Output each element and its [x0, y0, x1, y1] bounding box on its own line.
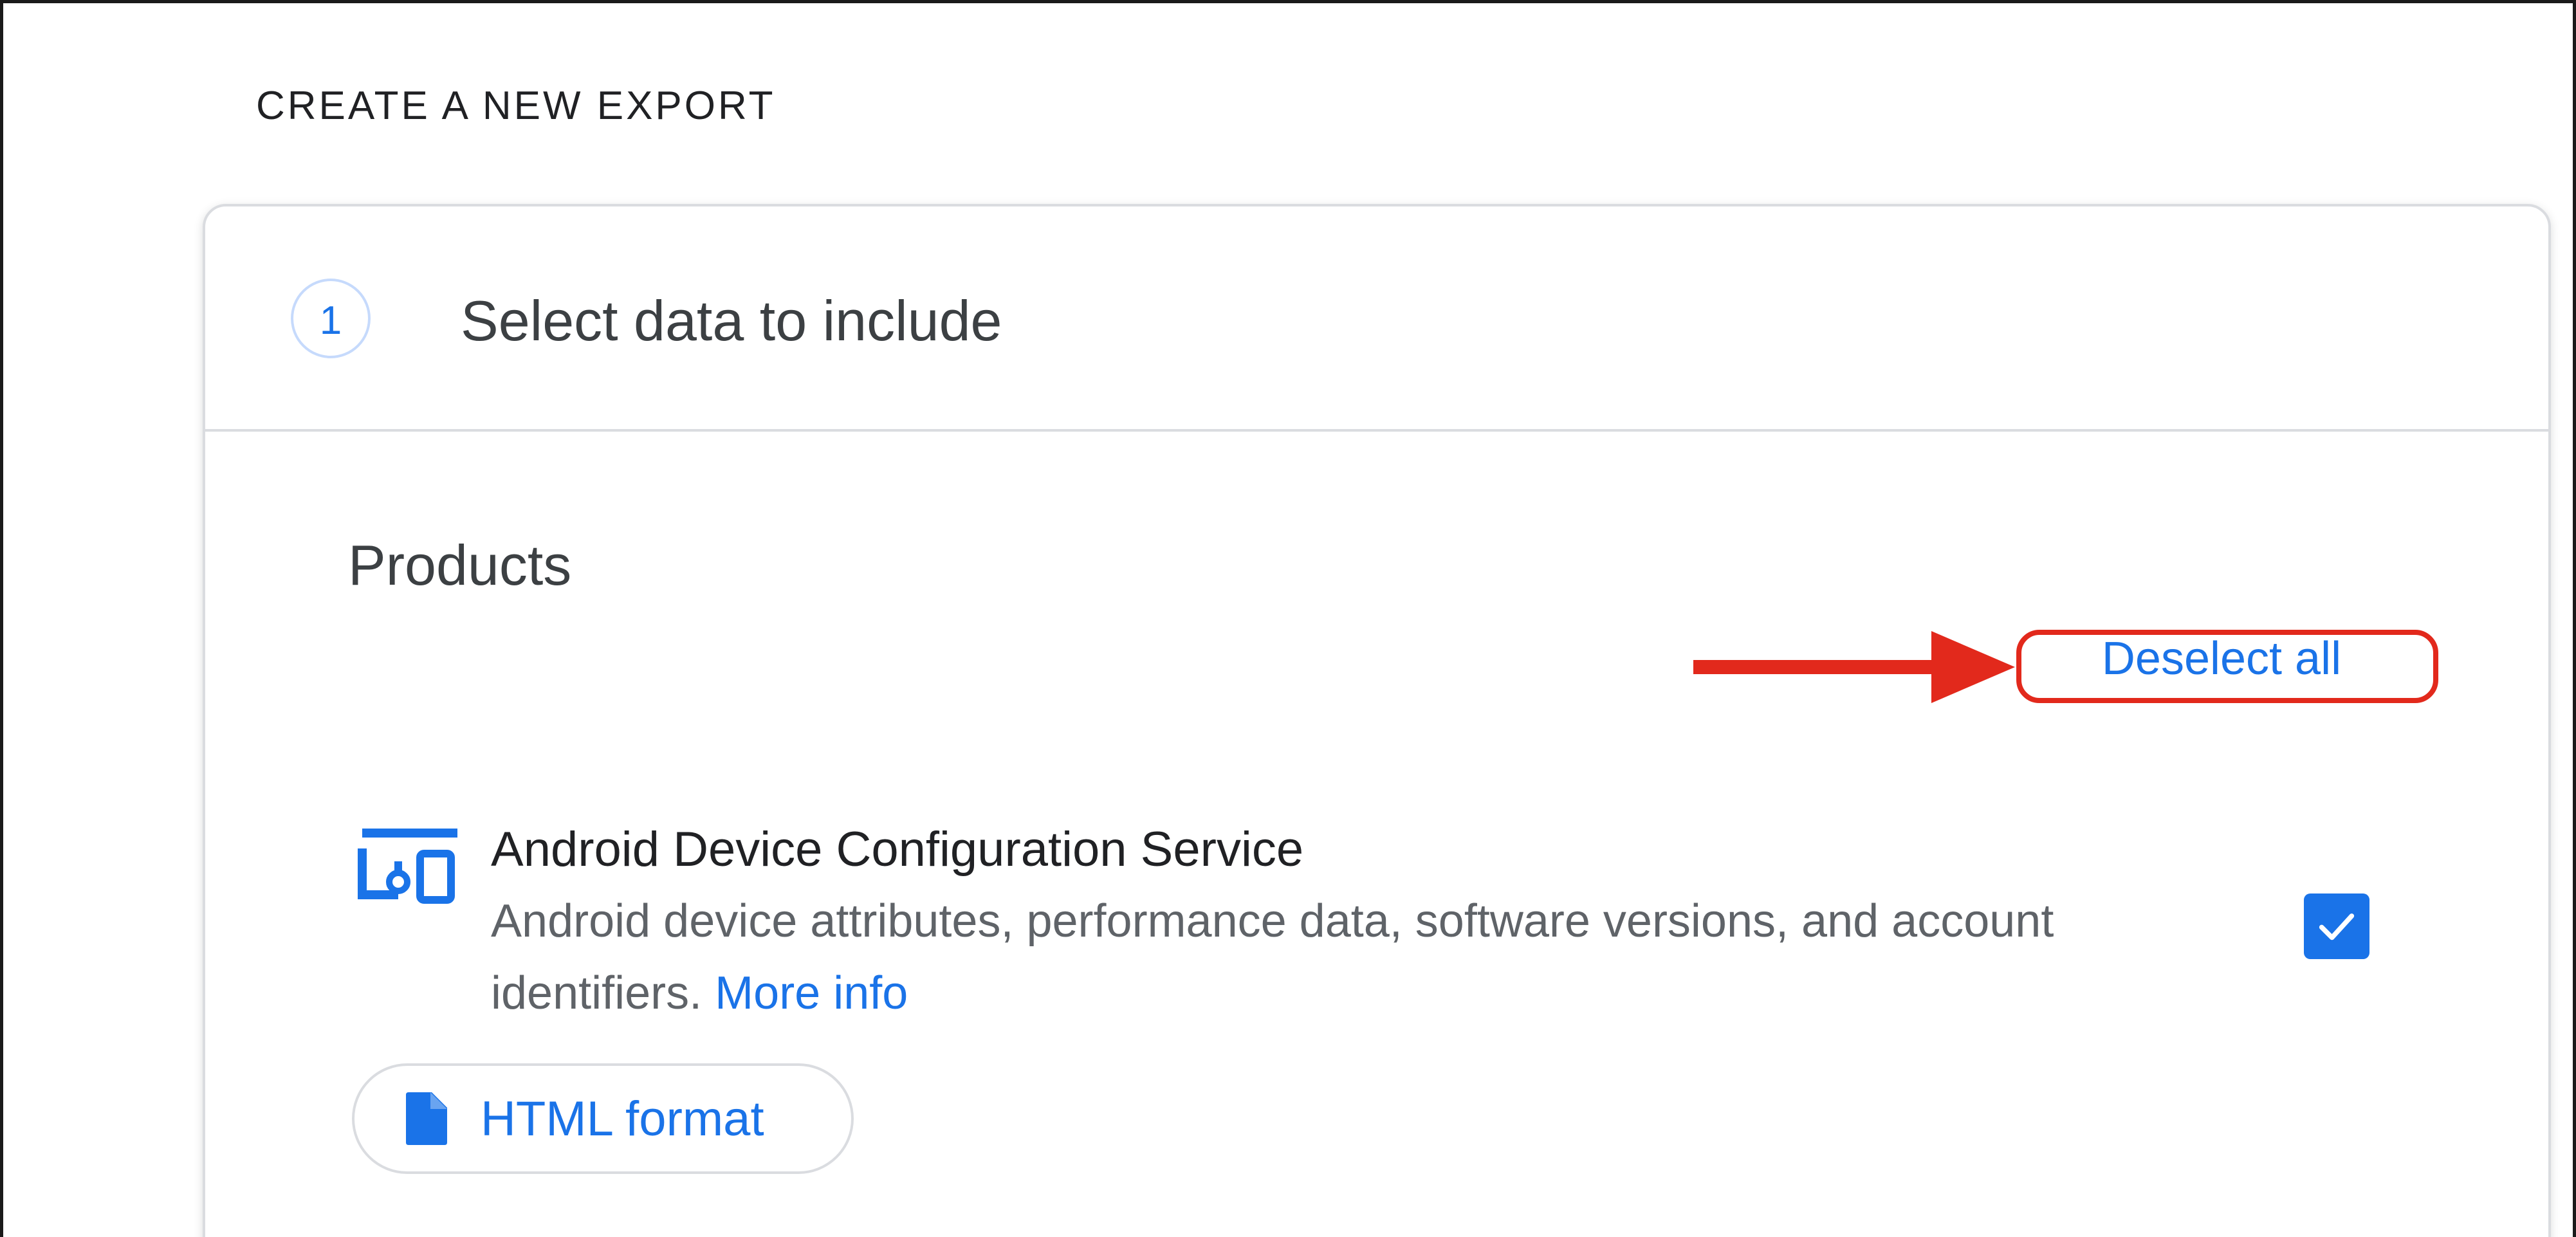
- checkmark-icon: [2319, 913, 2355, 940]
- format-chip-button[interactable]: HTML format: [352, 1063, 854, 1174]
- product-description: Android device attributes, performance d…: [491, 885, 2202, 1029]
- export-step-card: 1 Select data to include Products Desele…: [203, 204, 2551, 1237]
- step-number-badge: 1: [291, 279, 371, 358]
- devices-icon: [358, 829, 457, 904]
- screenshot-frame: CREATE A NEW EXPORT 1 Select data to inc…: [0, 0, 2576, 1237]
- annotation-arrow-icon: [1693, 631, 2015, 703]
- product-include-checkbox[interactable]: [2304, 893, 2369, 959]
- step-title: Select data to include: [461, 289, 1002, 353]
- step-header[interactable]: 1 Select data to include: [205, 206, 2548, 432]
- deselect-all-button[interactable]: Deselect all: [2021, 627, 2422, 691]
- file-icon: [406, 1092, 447, 1145]
- format-chip-label: HTML format: [481, 1091, 764, 1146]
- product-name: Android Device Configuration Service: [491, 822, 1304, 877]
- more-info-link[interactable]: More info: [715, 967, 908, 1019]
- products-heading: Products: [348, 533, 572, 597]
- page-heading: CREATE A NEW EXPORT: [256, 84, 776, 128]
